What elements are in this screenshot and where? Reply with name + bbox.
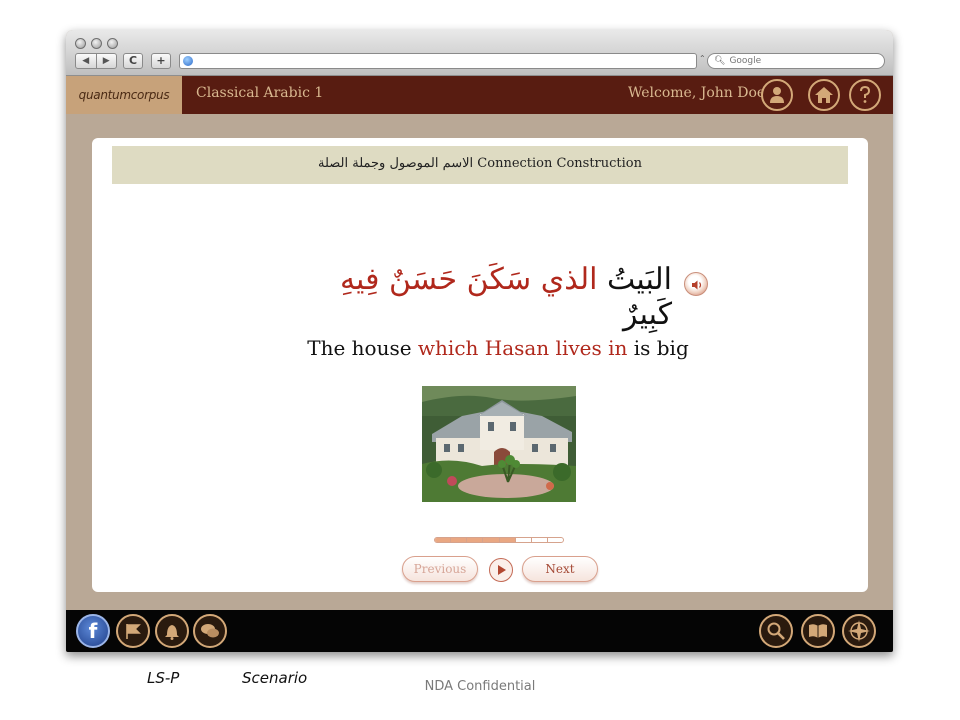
- profile-button[interactable]: [761, 79, 793, 111]
- back-button[interactable]: ◀: [76, 54, 96, 68]
- close-window-button[interactable]: [75, 38, 86, 49]
- next-button[interactable]: Next: [522, 556, 598, 582]
- flag-button[interactable]: [116, 614, 150, 648]
- progress-segment: [435, 538, 452, 542]
- search-icon: [767, 622, 785, 640]
- speaker-icon: [692, 280, 702, 290]
- globe-icon: [183, 56, 193, 66]
- glossary-button[interactable]: [801, 614, 835, 648]
- facebook-icon: f: [88, 619, 98, 643]
- minimize-window-button[interactable]: [91, 38, 102, 49]
- book-icon: [809, 624, 827, 638]
- flag-icon: [126, 624, 141, 639]
- url-dropdown-icon[interactable]: ⌃: [699, 54, 706, 63]
- english-translation: The house which Hasan lives in is big: [92, 336, 893, 360]
- facebook-button[interactable]: f: [76, 614, 110, 648]
- english-relative-clause: which Hasan lives in: [417, 336, 628, 360]
- section-title: الاسم الموصول وجملة الصلة Connection Con…: [112, 146, 848, 184]
- user-icon: [770, 87, 784, 103]
- progress-segment: [451, 538, 468, 542]
- progress-segment: [532, 538, 548, 542]
- reload-button[interactable]: C: [123, 53, 143, 69]
- arabic-sentence: البَيتُ الذي سَكَنَ حَسَنٌ فِيهِ كَبِيرٌ: [302, 262, 672, 332]
- previous-button[interactable]: Previous: [402, 556, 478, 582]
- search-button[interactable]: [759, 614, 793, 648]
- search-placeholder: Google: [729, 56, 762, 66]
- arabic-pre: البَيتُ: [597, 262, 672, 297]
- new-tab-button[interactable]: +: [151, 53, 171, 69]
- notifications-button[interactable]: [155, 614, 189, 648]
- welcome-text: Welcome, John Doe: [628, 85, 766, 101]
- search-icon: 🔍︎: [714, 56, 726, 66]
- help-button[interactable]: [849, 79, 881, 111]
- forward-button[interactable]: ▶: [95, 54, 117, 68]
- search-field[interactable]: 🔍︎ Google: [707, 53, 885, 69]
- bell-icon: [165, 625, 179, 640]
- progress-segment: [516, 538, 532, 542]
- english-pre: The house: [307, 336, 418, 360]
- help-icon: [860, 86, 871, 103]
- home-icon: [815, 87, 833, 103]
- progress-segment: [483, 538, 500, 542]
- back-forward-buttons: ◀ ▶: [75, 53, 117, 69]
- play-button[interactable]: [489, 558, 513, 582]
- progress-segment: [548, 538, 563, 542]
- browser-toolbar: ◀ ▶ C + ⌃ 🔍︎ Google: [66, 30, 893, 76]
- navigation-button[interactable]: [842, 614, 876, 648]
- home-button[interactable]: [808, 79, 840, 111]
- course-title: Classical Arabic 1: [196, 85, 324, 101]
- chat-icon: [201, 624, 219, 638]
- english-post: is big: [627, 336, 689, 360]
- arabic-relative-clause: الذي سَكَنَ حَسَنٌ فِيهِ: [339, 262, 598, 297]
- lesson-card: الاسم الموصول وجملة الصلة Connection Con…: [92, 138, 868, 592]
- zoom-window-button[interactable]: [107, 38, 118, 49]
- browser-window: ◀ ▶ C + ⌃ 🔍︎ Google quantumcorpus Classic…: [66, 30, 893, 652]
- quantumcorpus-logo[interactable]: quantumcorpus: [66, 76, 182, 114]
- audio-play-button[interactable]: [684, 272, 708, 296]
- progress-segment: [499, 538, 516, 542]
- progress-segment: [467, 538, 484, 542]
- compass-icon: [848, 620, 870, 642]
- footer-nda-confidential: NDA Confidential: [424, 679, 536, 694]
- house-image: [422, 386, 576, 502]
- arabic-post: كَبِيرٌ: [623, 297, 672, 332]
- app-header: quantumcorpus Classical Arabic 1 Welcome…: [66, 76, 893, 114]
- address-bar[interactable]: [179, 53, 697, 69]
- lesson-progress-bar: [434, 537, 564, 543]
- chat-button[interactable]: [193, 614, 227, 648]
- bottom-toolbar: f: [66, 610, 893, 652]
